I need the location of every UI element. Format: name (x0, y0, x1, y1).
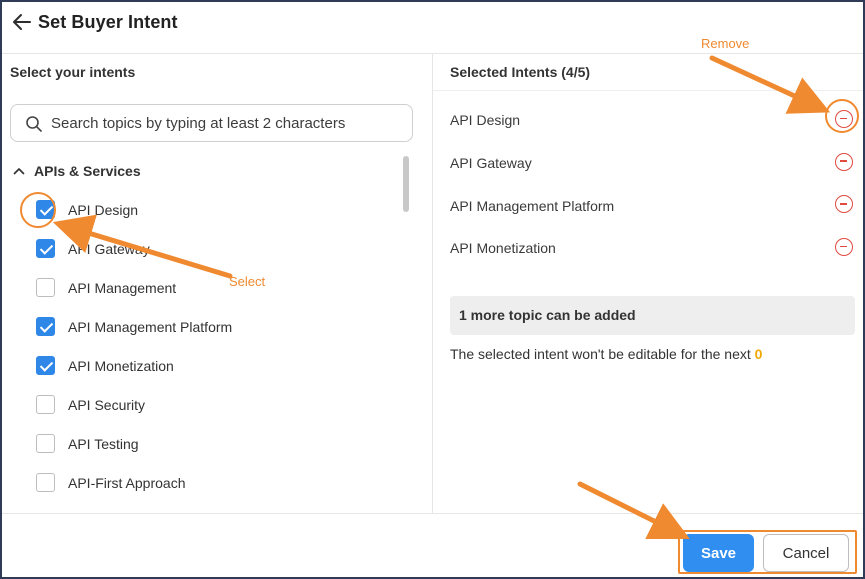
selected-intent-label: API Monetization (450, 240, 556, 257)
selected-intent-label: API Gateway (450, 155, 532, 172)
intent-item-api-testing[interactable]: API Testing (36, 424, 396, 463)
edit-lock-note-text: The selected intent won't be editable fo… (450, 346, 751, 362)
remove-circle-icon[interactable] (835, 110, 853, 128)
selected-intent-row: API Gateway (450, 142, 855, 185)
checkbox[interactable] (36, 473, 55, 492)
intent-item-api-first-approach[interactable]: API-First Approach (36, 463, 396, 502)
annotation-label-select: Select (229, 274, 266, 289)
remove-circle-icon[interactable] (835, 152, 853, 171)
save-button[interactable]: Save (683, 534, 754, 572)
intent-label: API Gateway (68, 240, 150, 257)
intent-label: API Management Platform (68, 318, 233, 335)
checkbox[interactable] (36, 278, 55, 297)
page-title: Set Buyer Intent (38, 12, 178, 32)
checkbox[interactable] (36, 239, 55, 258)
search-icon (26, 116, 42, 132)
intent-item-api-security[interactable]: API Security (36, 385, 396, 424)
cancel-button[interactable]: Cancel (763, 534, 849, 572)
column-divider (432, 54, 433, 513)
group-label: APIs & Services (34, 163, 141, 179)
checkbox[interactable] (36, 434, 55, 453)
checkbox[interactable] (36, 356, 55, 375)
intent-list: API Design API Gateway API Management AP… (36, 190, 396, 502)
remove-circle-icon[interactable] (835, 195, 853, 214)
selected-intent-label: API Management Platform (450, 197, 615, 214)
footer-divider (2, 513, 863, 514)
selected-intent-label: API Design (450, 112, 521, 129)
intent-item-api-design[interactable]: API Design (36, 190, 396, 229)
divider (433, 90, 863, 91)
checkbox[interactable] (36, 395, 55, 414)
intent-item-api-management[interactable]: API Management (36, 268, 396, 307)
intent-label: API Monetization (68, 357, 174, 374)
annotation-label-remove: Remove (701, 36, 750, 51)
search-input[interactable] (51, 111, 406, 135)
remove-circle-icon[interactable] (835, 238, 853, 257)
selected-intent-row: API Monetization (450, 227, 855, 270)
scrollbar-thumb[interactable] (403, 156, 409, 212)
search-box (10, 104, 413, 142)
intent-item-api-gateway[interactable]: API Gateway (36, 229, 396, 268)
selected-intent-row: API Management Platform (450, 184, 855, 227)
intent-label: API Design (68, 201, 139, 218)
limit-info-box: 1 more topic can be added (450, 296, 855, 335)
right-column-heading: Selected Intents (4/5) (450, 64, 591, 80)
checkbox[interactable] (36, 200, 55, 219)
limit-info-text: 1 more topic can be added (459, 307, 636, 323)
selected-intent-list: API Design API Gateway API Management Pl… (450, 99, 855, 270)
intent-label: API Security (68, 396, 146, 413)
left-column-heading: Select your intents (10, 64, 136, 80)
selected-intent-row: API Design (450, 99, 855, 142)
intent-label: API Testing (68, 435, 139, 452)
edit-lock-note-value: 0 (754, 346, 763, 362)
intent-label: API Management (68, 279, 177, 296)
group-header-apis-services[interactable]: APIs & Services (12, 161, 141, 181)
intent-item-api-management-platform[interactable]: API Management Platform (36, 307, 396, 346)
checkbox[interactable] (36, 317, 55, 336)
edit-lock-note: The selected intent won't be editable fo… (450, 346, 762, 362)
intent-label: API-First Approach (68, 474, 186, 491)
intent-item-api-monetization[interactable]: API Monetization (36, 346, 396, 385)
arrow-left-icon[interactable] (12, 13, 32, 31)
chevron-up-icon (13, 168, 25, 175)
dialog: Set Buyer Intent Select your intents Sel… (0, 0, 865, 579)
